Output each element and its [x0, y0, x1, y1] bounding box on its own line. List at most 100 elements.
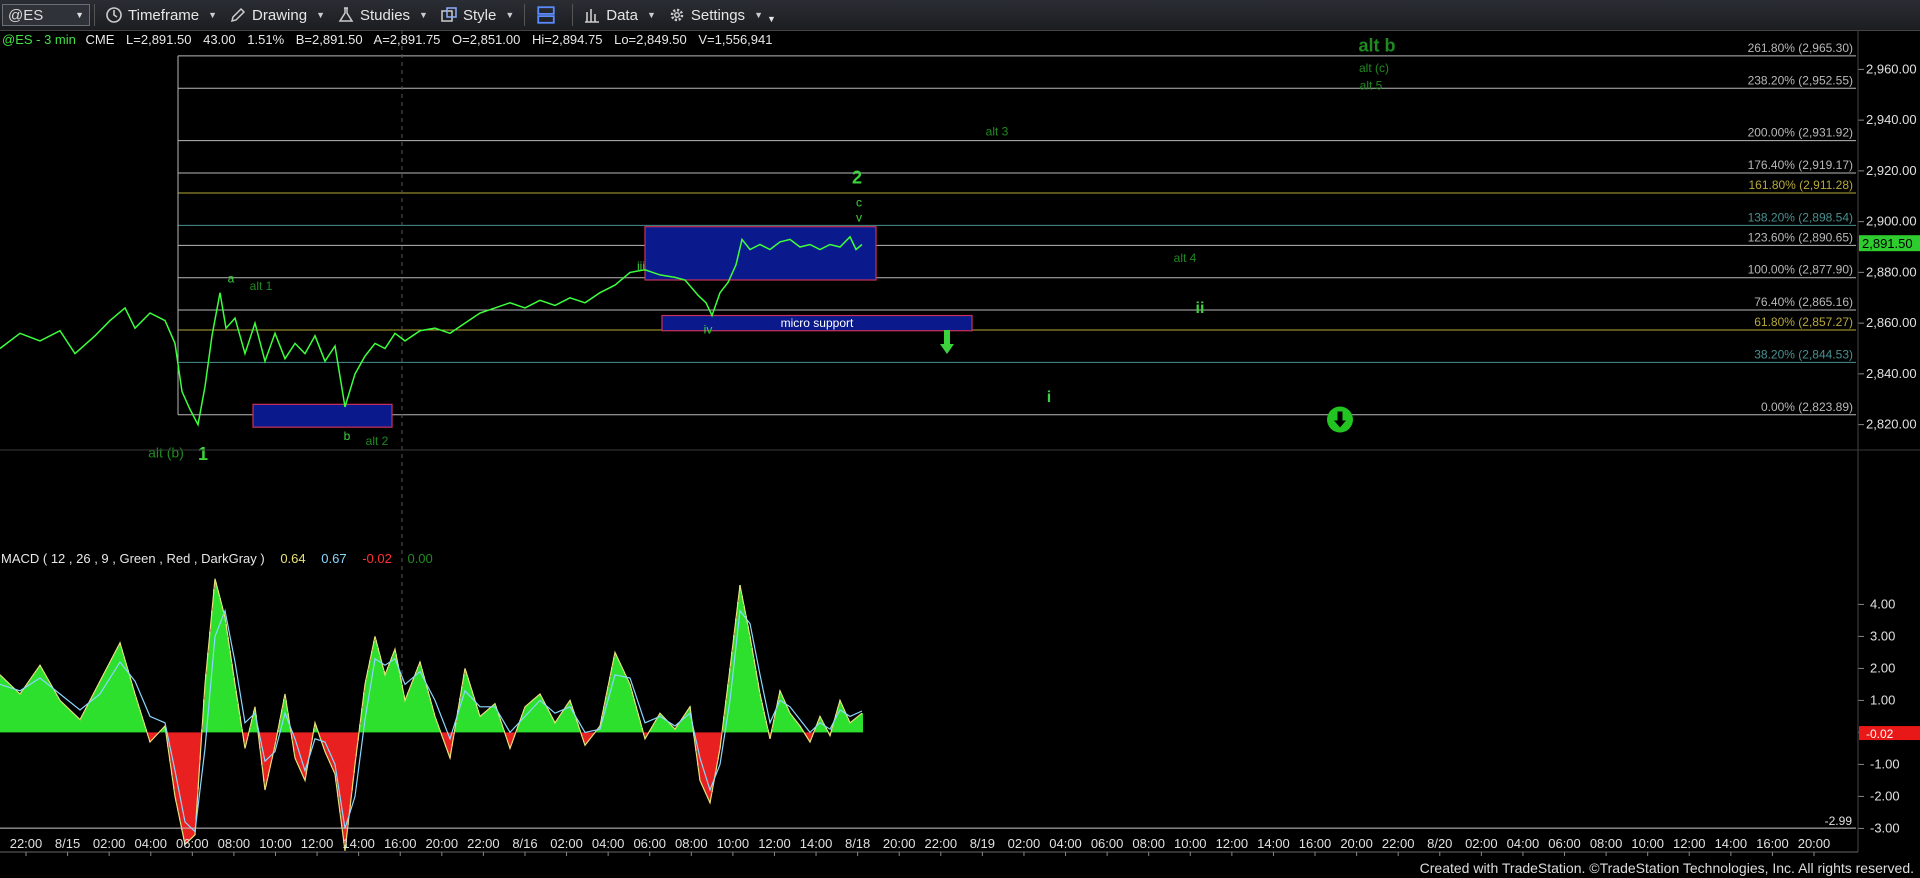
- last-value-label: -0.02: [1866, 727, 1894, 741]
- studies-label: Studies: [360, 6, 411, 24]
- studies-button[interactable]: Studies ▼: [331, 2, 434, 28]
- symbol-value: @ES: [8, 6, 44, 24]
- quote-change-pct: 1.51%: [247, 32, 284, 47]
- symbol-input[interactable]: @ES ▼: [2, 4, 90, 26]
- drawing-button[interactable]: Drawing ▼: [223, 2, 331, 28]
- threshold-label: -2.99: [1825, 814, 1853, 828]
- macd-tick-label: 2.00: [1870, 660, 1895, 675]
- settings-label: Settings: [690, 6, 746, 24]
- settings-button[interactable]: Settings ▼ ▼: [662, 2, 782, 28]
- fib-label: 238.20% (2,952.55): [1748, 73, 1853, 87]
- wave-label: alt 5: [1360, 79, 1383, 93]
- highlight-box[interactable]: [644, 226, 877, 281]
- time-tick-label: 14:00: [1257, 836, 1290, 851]
- price-tick-label: 2,920.00: [1866, 163, 1917, 178]
- time-tick-label: 12:00: [1673, 836, 1706, 851]
- time-tick-label: 20:00: [426, 836, 459, 851]
- time-tick-label: 14:00: [1715, 836, 1748, 851]
- down-arrow-icon: [940, 329, 954, 354]
- macd-panel[interactable]: -2.994.003.002.001.000.00-1.00-2.00-3.00…: [0, 578, 1920, 851]
- data-label: Data: [606, 6, 638, 24]
- pencil-icon: [231, 7, 246, 23]
- macd-legend-macd: 0.64: [280, 551, 305, 566]
- time-tick-label: 22:00: [467, 836, 500, 851]
- time-tick-label: 06:00: [633, 836, 666, 851]
- timeframe-button[interactable]: Timeframe ▼: [99, 2, 223, 28]
- wave-label: 2: [852, 168, 862, 188]
- macd-legend: MACD ( 12 , 26 , 9 , Green , Red , DarkG…: [1, 551, 433, 566]
- price-tick-label: 2,960.00: [1866, 61, 1917, 76]
- fib-label: 0.00% (2,823.89): [1761, 400, 1853, 414]
- price-axis: 2,960.00 2,940.00 2,920.00 2,900.00 2,880.00…: [1858, 61, 1920, 432]
- footer: Created with TradeStation. ©TradeStation…: [0, 858, 1920, 878]
- toolbar-separator: [524, 4, 526, 26]
- wave-label: iii: [637, 259, 645, 273]
- price-tick-label: 2,820.00: [1866, 417, 1917, 432]
- fib-label: 76.40% (2,865.16): [1754, 295, 1853, 309]
- time-tick-label: 16:00: [1299, 836, 1332, 851]
- time-tick-label: 08:00: [675, 836, 708, 851]
- layout-button[interactable]: [529, 2, 568, 28]
- time-tick-label: 10:00: [717, 836, 750, 851]
- time-tick-label: 22:00: [1382, 836, 1415, 851]
- price-panel[interactable]: 261.80% (2,965.30) 238.20% (2,952.55) 200.…: [0, 30, 1920, 686]
- wave-label: a: [228, 272, 235, 286]
- macd-tick-label: -1.00: [1870, 756, 1900, 771]
- macd-legend-diff: -0.02: [362, 551, 392, 566]
- fib-label: 138.20% (2,898.54): [1748, 210, 1853, 224]
- time-tick-label: 14:00: [342, 836, 375, 851]
- time-tick-label: 22:00: [925, 836, 958, 851]
- macd-tick-label: 4.00: [1870, 596, 1895, 611]
- chart-area[interactable]: 261.80% (2,965.30) 238.20% (2,952.55) 200.…: [0, 30, 1920, 858]
- time-tick-label: 08:00: [1132, 836, 1165, 851]
- time-tick-label: 8/19: [970, 836, 995, 851]
- fib-label: 61.80% (2,857.27): [1754, 315, 1853, 329]
- highlight-box[interactable]: [252, 403, 393, 428]
- time-tick-label: 20:00: [1798, 836, 1831, 851]
- style-label: Style: [462, 6, 497, 24]
- micro-support-label: micro support: [781, 316, 854, 330]
- style-icon: [441, 7, 457, 22]
- wave-label: b: [344, 429, 351, 443]
- wave-label: alt 3: [986, 124, 1009, 138]
- highlight-boxes: micro support: [252, 226, 973, 428]
- time-tick-label: 12:00: [301, 836, 334, 851]
- quote-volume: V=1,556,941: [698, 32, 772, 47]
- time-tick-label: 8/16: [512, 836, 537, 851]
- time-tick-label: 16:00: [1756, 836, 1789, 851]
- layout-icon: [537, 6, 555, 24]
- style-button[interactable]: Style ▼: [434, 2, 520, 28]
- wave-label: c: [856, 195, 862, 209]
- time-tick-label: 04:00: [592, 836, 625, 851]
- time-tick-label: 04:00: [1507, 836, 1540, 851]
- wave-label: iv: [704, 322, 713, 336]
- chevron-down-icon: ▼: [316, 10, 325, 20]
- chevron-down-icon: ▼: [754, 10, 763, 20]
- wave-label: v: [856, 211, 862, 225]
- timeframe-label: Timeframe: [128, 6, 200, 24]
- data-button[interactable]: Data ▼: [577, 2, 662, 28]
- time-tick-label: 08:00: [218, 836, 251, 851]
- wave-label: alt 4: [1174, 251, 1197, 265]
- wave-label: ii: [1196, 300, 1205, 317]
- toolbar: @ES ▼ Timeframe ▼ Drawing ▼ Studies ▼ St…: [0, 0, 1920, 31]
- quote-exchange: CME: [86, 32, 115, 47]
- time-tick-label: 8/20: [1427, 836, 1452, 851]
- time-tick-label: 06:00: [176, 836, 209, 851]
- time-tick-label: 20:00: [1340, 836, 1373, 851]
- time-tick-label: 02:00: [550, 836, 583, 851]
- flask-icon: [338, 7, 354, 22]
- wave-label: alt 1: [250, 279, 273, 293]
- arrows: [940, 329, 1353, 433]
- fib-label: 38.20% (2,844.53): [1754, 347, 1853, 361]
- fib-label: 261.80% (2,965.30): [1748, 41, 1853, 55]
- time-tick-label: 8/15: [55, 836, 80, 851]
- time-tick-label: 08:00: [1590, 836, 1623, 851]
- chevron-down-icon: ▼: [208, 10, 218, 20]
- price-tick-label: 2,860.00: [1866, 315, 1917, 330]
- time-tick-label: 10:00: [259, 836, 292, 851]
- macd-tick-label: -3.00: [1870, 820, 1900, 835]
- price-tick-label: 2,940.00: [1866, 112, 1917, 127]
- time-tick-label: 22:00: [10, 836, 43, 851]
- fib-label: 200.00% (2,931.92): [1748, 126, 1853, 140]
